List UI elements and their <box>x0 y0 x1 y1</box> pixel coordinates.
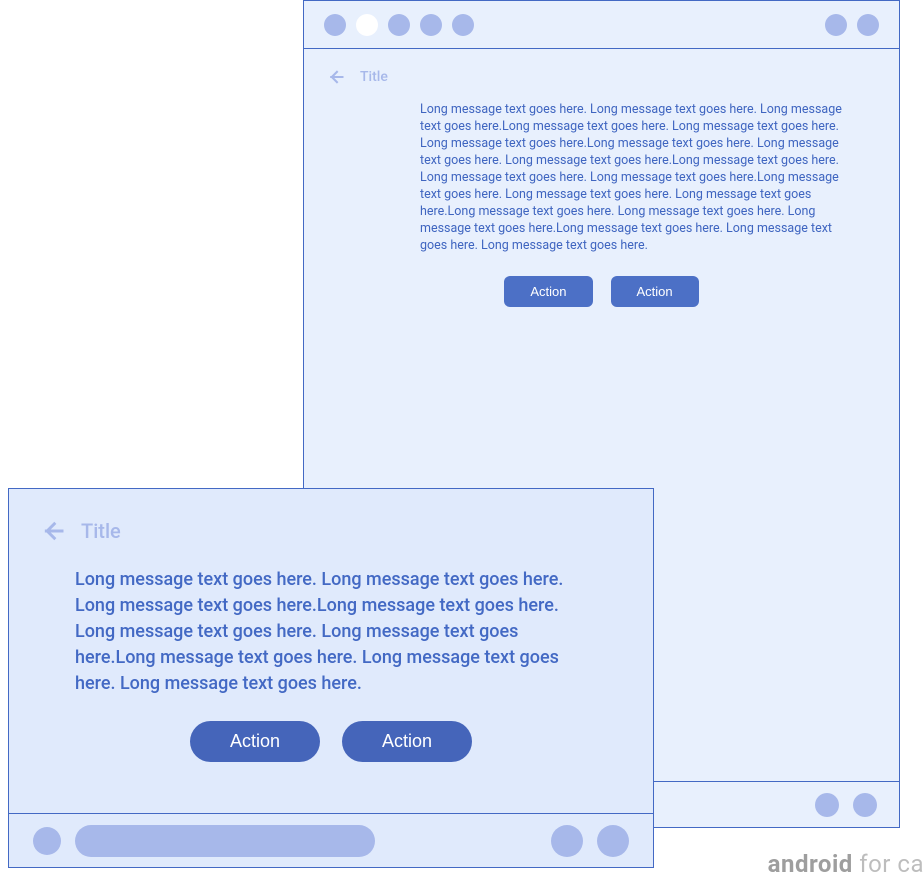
status-dot <box>420 14 442 36</box>
watermark: android for ca <box>768 850 924 878</box>
nav-dot[interactable] <box>551 825 583 857</box>
watermark-suffix: for ca <box>853 850 924 878</box>
action-row: Action Action <box>39 721 623 762</box>
nav-pill[interactable] <box>75 825 375 857</box>
nav-dot[interactable] <box>815 793 839 817</box>
page-title: Title <box>360 69 388 85</box>
status-dot <box>324 14 346 36</box>
status-dot <box>388 14 410 36</box>
action-button-primary[interactable]: Action <box>504 276 592 307</box>
status-dot <box>825 14 847 36</box>
nav-dot[interactable] <box>853 793 877 817</box>
status-bar <box>304 1 899 49</box>
status-dot <box>857 14 879 36</box>
landscape-screen: Title Long message text goes here. Long … <box>9 489 653 813</box>
action-button-secondary[interactable]: Action <box>611 276 699 307</box>
message-text: Long message text goes here. Long messag… <box>75 567 595 697</box>
page-title: Title <box>81 519 121 543</box>
app-bar: Title <box>326 67 877 87</box>
status-dot <box>452 14 474 36</box>
system-nav-bar <box>9 813 653 867</box>
watermark-brand: android <box>768 850 853 878</box>
status-dot-active <box>356 14 378 36</box>
landscape-device-frame: Title Long message text goes here. Long … <box>8 488 654 868</box>
app-bar: Title <box>39 517 623 545</box>
nav-dot[interactable] <box>33 827 61 855</box>
nav-dot[interactable] <box>597 825 629 857</box>
back-arrow-icon[interactable] <box>39 517 67 545</box>
action-button-secondary[interactable]: Action <box>342 721 472 762</box>
message-text: Long message text goes here. Long messag… <box>420 101 860 254</box>
action-row: Action Action <box>326 276 877 307</box>
action-button-primary[interactable]: Action <box>190 721 320 762</box>
back-arrow-icon[interactable] <box>326 67 346 87</box>
